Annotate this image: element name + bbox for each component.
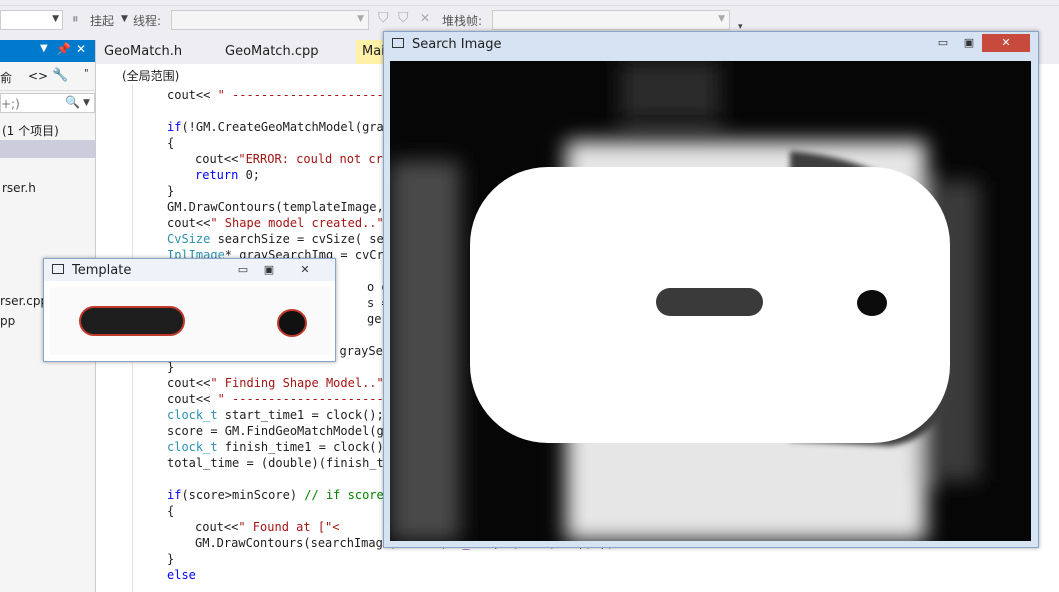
tab-geomatch-h[interactable]: GeoMatch.h: [96, 40, 190, 64]
code-line[interactable]: cout<<"ERROR: could not cre: [195, 151, 390, 167]
code-line[interactable]: if(score>minScore) // if score: [167, 487, 384, 503]
code-line[interactable]: cout<<" Found at ["<: [195, 519, 340, 535]
chevron-down-icon[interactable]: ▼: [52, 14, 59, 24]
code-line[interactable]: cout<<" Shape model created.."<: [167, 215, 391, 231]
search-placeholder: +;): [1, 97, 20, 111]
search-title: Search Image: [412, 37, 502, 52]
search-icon[interactable]: 🔍: [65, 95, 80, 109]
stackframe-label: 堆栈帧:: [442, 14, 483, 28]
solution-explorer-header: ▼ 📌 ✕: [0, 40, 95, 62]
tab-label: GeoMatch.h: [104, 44, 183, 59]
code-line[interactable]: clock_t finish_time1 = clock();: [167, 439, 391, 455]
dropdown-icon[interactable]: ▼: [40, 43, 48, 54]
code-line[interactable]: score = GM.FindGeoMatchModel(gra: [167, 423, 398, 439]
filter-icon[interactable]: ⛉: [378, 10, 389, 26]
code-line[interactable]: total_time = (double)(finish_ti: [167, 455, 391, 471]
file-main-item[interactable]: pp: [0, 314, 15, 328]
chevron-down-icon[interactable]: ▼: [718, 14, 725, 24]
solution-explorer-toolbar: 俞 <> 🔧 ": [0, 64, 95, 91]
file-header-item[interactable]: rser.h: [2, 181, 36, 195]
pin-icon[interactable]: 📌: [56, 42, 71, 56]
chevron-down-icon[interactable]: ▼: [357, 14, 364, 24]
search-titlebar[interactable]: Search Image ▭ ▣ ✕: [384, 32, 1038, 56]
window-icon: [392, 38, 404, 48]
minimize-icon[interactable]: ▭: [930, 34, 956, 52]
stackframe-combo[interactable]: ▼: [492, 10, 730, 30]
suspend-dropdown-icon[interactable]: ▼: [121, 14, 128, 24]
suspend-icon[interactable]: ⏸: [72, 12, 79, 27]
code-line[interactable]: clock_t start_time1 = clock();: [167, 407, 384, 423]
code-line[interactable]: else: [167, 567, 196, 583]
template-title: Template: [72, 263, 132, 278]
thread-combo[interactable]: ▼: [171, 10, 369, 30]
scope-label[interactable]: (全局范围): [122, 67, 179, 84]
close-icon[interactable]: ✕: [76, 42, 86, 56]
code-line[interactable]: if(!GM.CreateGeoMatchModel(gray: [167, 119, 391, 135]
minimize-icon[interactable]: ▭: [230, 261, 256, 279]
solution-item[interactable]: (1 个项目): [2, 122, 59, 139]
close-icon[interactable]: ✕: [982, 34, 1030, 52]
search-image: [390, 61, 1031, 541]
code-view-icon[interactable]: <>: [28, 69, 48, 83]
code-line[interactable]: {: [167, 503, 174, 519]
thread-label: 线程:: [133, 14, 162, 28]
process-combo[interactable]: ▼: [0, 10, 63, 30]
wrench-icon[interactable]: 🔧: [52, 68, 68, 83]
file-cpp-item[interactable]: rser.cpp: [0, 294, 48, 308]
selected-item-highlight[interactable]: [0, 140, 95, 158]
suspend-label[interactable]: 挂起: [90, 12, 114, 29]
chevron-down-icon[interactable]: ▼: [83, 98, 90, 108]
window-icon: [52, 264, 64, 274]
code-line[interactable]: cout<<" Finding Shape Model.."<: [167, 375, 391, 391]
tab-geomatch-cpp[interactable]: GeoMatch.cpp: [217, 40, 326, 64]
code-line[interactable]: CvSize searchSize = cvSize( sea: [167, 231, 391, 247]
tab-label: Mai: [362, 44, 385, 59]
flag-threads-icon[interactable]: ✕: [420, 11, 430, 25]
toolbar-top-strip: [0, 0, 1059, 6]
code-line[interactable]: {: [167, 135, 174, 151]
close-icon[interactable]: ✕: [282, 261, 328, 279]
code-line[interactable]: }: [167, 551, 174, 567]
tab-label: GeoMatch.cpp: [225, 44, 319, 59]
code-line[interactable]: GM.DrawContours(templateImage,C: [167, 199, 391, 215]
search-window-controls: ▭ ▣ ✕: [930, 34, 1030, 52]
code-line[interactable]: }: [167, 183, 174, 199]
template-window[interactable]: Template ▭ ▣ ✕: [43, 258, 336, 362]
search-image-window[interactable]: Search Image ▭ ▣ ✕: [383, 31, 1039, 548]
template-image: [50, 287, 330, 355]
maximize-icon[interactable]: ▣: [256, 261, 282, 279]
code-line[interactable]: return 0;: [195, 167, 260, 183]
template-titlebar[interactable]: Template ▭ ▣ ✕: [44, 259, 335, 281]
solution-search-box[interactable]: +;) 🔍 ▼: [0, 93, 95, 113]
maximize-icon[interactable]: ▣: [956, 34, 982, 52]
overflow-icon[interactable]: ": [84, 68, 89, 79]
home-icon[interactable]: 俞: [0, 69, 12, 86]
template-window-controls: ▭ ▣ ✕: [230, 261, 328, 279]
filter-clear-icon[interactable]: ⛉: [398, 10, 409, 26]
